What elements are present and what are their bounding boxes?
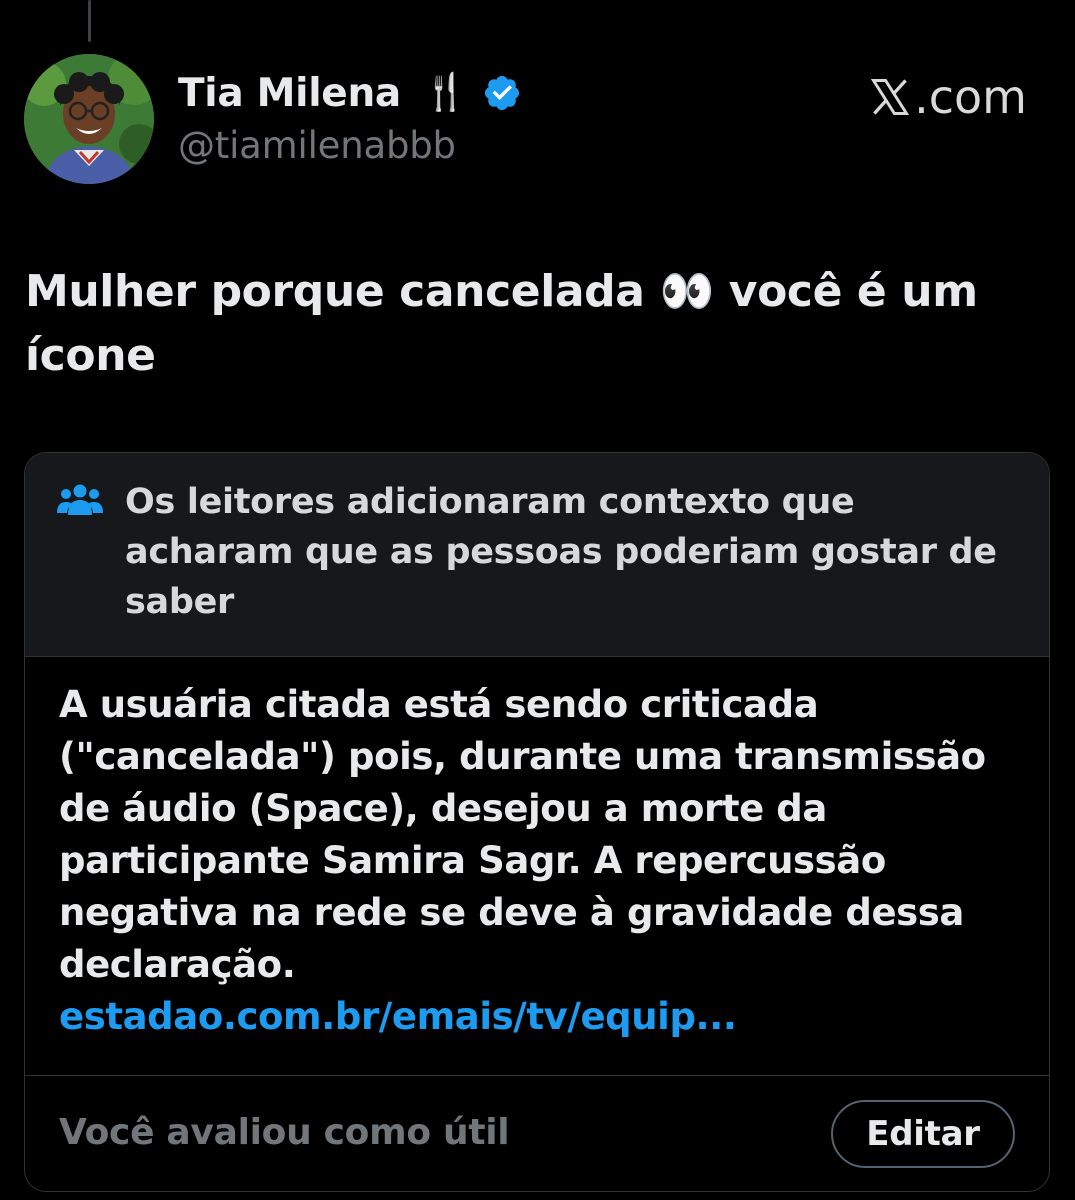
community-note-header: Os leitores adicionaram contexto que ach…	[25, 453, 1049, 657]
tweet-text-content: Mulher porque cancelada 👀 você é um ícon…	[25, 266, 978, 381]
fork-knife-icon: 🍴	[422, 72, 468, 113]
edit-rating-button[interactable]: Editar	[831, 1100, 1015, 1168]
x-logo-icon	[870, 79, 910, 115]
rating-status-text: Você avaliou como útil	[59, 1112, 510, 1153]
community-note-footer: Você avaliou como útil Editar	[25, 1075, 1049, 1191]
name-row: Tia Milena 🍴	[178, 66, 522, 120]
brand-domain-suffix: .com	[914, 70, 1027, 124]
brand-watermark: .com	[868, 70, 1027, 124]
user-handle[interactable]: @tiamilenabbb	[178, 124, 522, 167]
community-note-title: Os leitores adicionaram contexto que ach…	[125, 482, 997, 622]
avatar[interactable]	[24, 54, 154, 184]
avatar-photo	[24, 54, 154, 184]
display-name[interactable]: Tia Milena	[178, 71, 401, 116]
thread-connector-line	[88, 0, 91, 42]
tweet-text: Mulher porque cancelada 👀 você é um ícon…	[25, 260, 1025, 388]
community-note-body: A usuária citada está sendo criticada ("…	[59, 679, 1019, 1043]
author-block: Tia Milena 🍴 @tiamilenabbb	[178, 66, 522, 167]
community-note-card: Os leitores adicionaram contexto que ach…	[24, 452, 1050, 1192]
people-icon	[57, 484, 103, 515]
community-note-source-link[interactable]: estadao.com.br/emais/tv/equip...	[59, 991, 1019, 1043]
verified-badge-icon[interactable]	[482, 73, 522, 113]
community-note-text: A usuária citada está sendo criticada ("…	[59, 683, 986, 986]
